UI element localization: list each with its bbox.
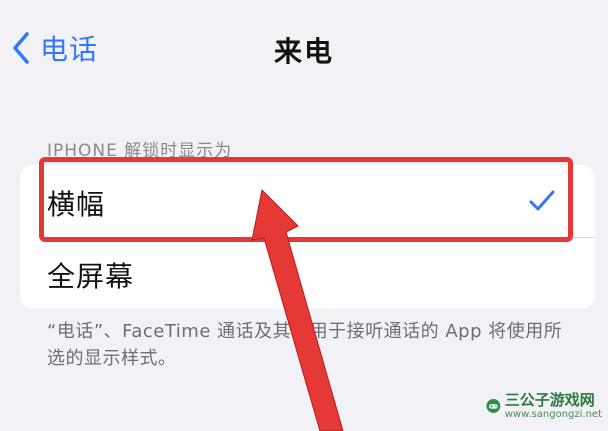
option-full-screen-label: 全屏幕 [47, 260, 135, 293]
watermark: 三公子游戏网 www.sangongzi.net [486, 387, 602, 425]
display-style-options: 横幅 全屏幕 [20, 165, 595, 309]
option-banner-label: 横幅 [47, 188, 106, 221]
footer-note: “电话”、FaceTime 通话及其他用于接听通话的 App 将使用所选的显示样… [47, 321, 563, 369]
gamepad-logo-icon [486, 399, 501, 413]
option-full-screen[interactable]: 全屏幕 [20, 237, 595, 309]
watermark-title: 三公子游戏网 [504, 390, 595, 409]
section-header: IPHONE 解锁时显示为 [47, 141, 233, 161]
incoming-call-settings-screen: 电话 来电 IPHONE 解锁时显示为 横幅 全屏幕 “电话”、FaceTime… [0, 0, 608, 431]
watermark-text: 三公子游戏网 www.sangongzi.net [504, 390, 602, 421]
watermark-url: www.sangongzi.net [504, 408, 602, 420]
checkmark-icon [529, 190, 555, 211]
navigation-bar: 电话 来电 [0, 0, 608, 96]
page-title: 来电 [273, 35, 334, 68]
option-banner[interactable]: 横幅 [20, 165, 595, 237]
